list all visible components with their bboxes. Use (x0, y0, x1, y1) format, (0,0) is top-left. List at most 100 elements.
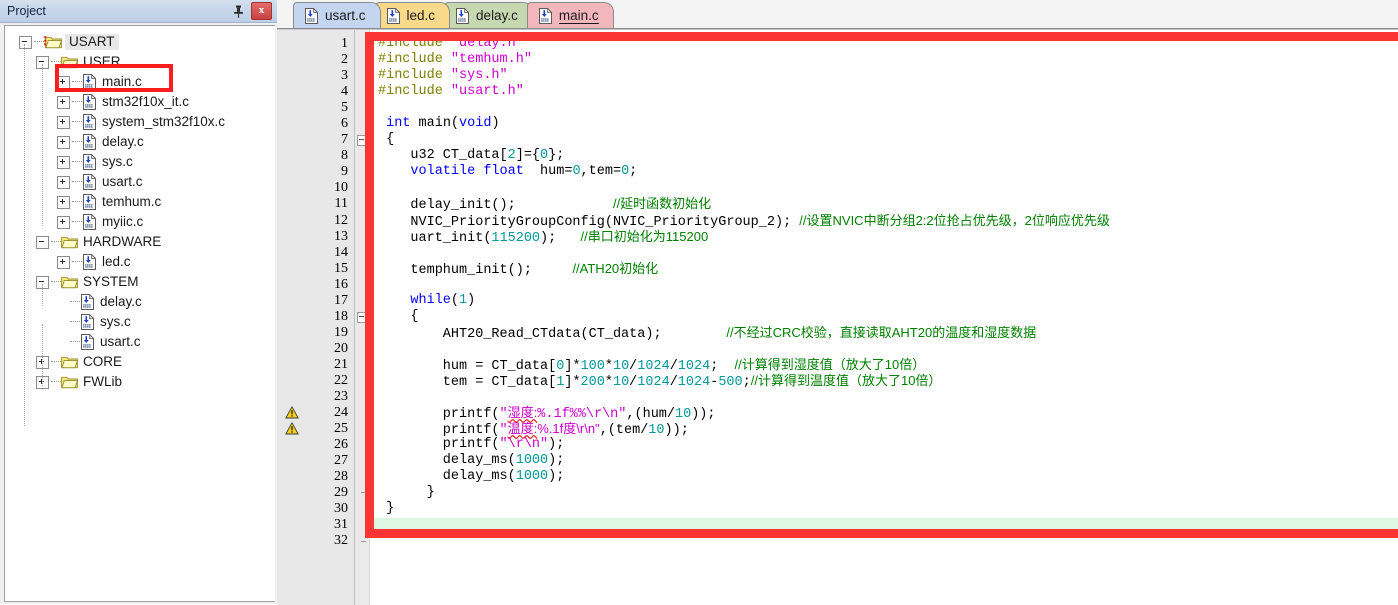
code-line: { (378, 132, 1110, 148)
editor-tab-main-c[interactable]: main.c (526, 2, 614, 28)
fold-toggle-icon[interactable] (357, 311, 368, 323)
tree-item-user[interactable]: USER (11, 52, 275, 72)
tab-label: delay.c (476, 8, 518, 23)
tree-item-led-c[interactable]: led.c (11, 252, 275, 272)
line-number: 5 (341, 100, 348, 116)
tree-item-label: delay.c (100, 294, 142, 309)
code-token: { (378, 308, 419, 324)
fold-toggle-icon[interactable] (357, 135, 368, 147)
tree-item-fwlib[interactable]: FWLib (11, 372, 275, 392)
tree-item-label: usart.c (100, 334, 141, 349)
code-folding-column[interactable] (355, 30, 370, 605)
tree-connector (51, 361, 61, 363)
project-panel-header: Project x (0, 0, 277, 23)
project-panel-title: Project (7, 4, 46, 18)
tree-item-label: led.c (102, 254, 131, 269)
line-number-gutter: 1 2 3 4 5 6 7 8 9 10 11 12 13 14 15 16 17 18 19 20 21 22 23 24 2… (277, 30, 355, 605)
code-token: / (669, 374, 678, 390)
tree-item-label: system_stm32f10x.c (102, 114, 226, 129)
tree-item-stm32f10x-it-c[interactable]: stm32f10x_it.c (11, 92, 275, 112)
code-token: ); (548, 437, 565, 453)
code-token: ); (548, 453, 565, 469)
code-token: printf( (378, 407, 500, 423)
line-number: 10 (334, 180, 348, 196)
code-token: ]={ (515, 148, 541, 164)
code-line: delay_ms(1000); (378, 469, 1110, 485)
project-tree-container[interactable]: USART USER main.c stm32f10x_it.c system_stm3… (4, 25, 275, 602)
expand-toggle-icon[interactable] (57, 95, 70, 109)
code-line: uart_init(115200); //串口初始化为115200 (378, 229, 1110, 246)
editor-tab-led-c[interactable]: led.c (374, 2, 451, 28)
code-token: 1024 (677, 374, 711, 390)
code-line: { (378, 309, 1110, 325)
tree-item-sys-c[interactable]: sys.c (11, 152, 275, 172)
expand-toggle-icon[interactable] (57, 115, 70, 129)
tree-connector (70, 301, 80, 303)
line-number: 31 (334, 517, 348, 533)
tree-connector (51, 281, 61, 283)
code-token: " (499, 407, 508, 423)
code-token: #include (378, 84, 451, 100)
code-token: ; (629, 164, 638, 180)
expand-toggle-icon[interactable] (57, 175, 70, 189)
tree-item-delay-c[interactable]: delay.c (11, 292, 275, 312)
line-number: 30 (334, 501, 348, 517)
code-area[interactable]: 1 2 3 4 5 6 7 8 9 10 11 12 13 14 15 16 17 18 19 20 21 22 23 24 2… (277, 29, 1398, 605)
tree-item-core[interactable]: CORE (11, 352, 275, 372)
tree-item-label: FWLib (83, 374, 123, 389)
expand-toggle-icon[interactable] (57, 135, 70, 149)
c-file-icon (538, 7, 553, 24)
editor-tab-usart-c[interactable]: usart.c (293, 2, 381, 28)
code-line: #include "usart.h" (378, 84, 1110, 100)
code-token: //延时函数初始化 (612, 196, 712, 212)
c-file-icon (82, 254, 97, 270)
code-line: #include "sys.h" (378, 68, 1110, 84)
line-number: 17 (334, 292, 348, 308)
tree-item-usart-c[interactable]: usart.c (11, 332, 275, 352)
tree-item-label: delay.c (102, 134, 144, 149)
c-file-icon (386, 7, 401, 24)
tree-connector (72, 101, 82, 103)
code-text-pane[interactable]: #include "delay.h" #include "temhum.h" #in… (370, 30, 1398, 605)
tree-item-hardware[interactable]: HARDWARE (11, 232, 275, 252)
line-number: 3 (341, 68, 348, 84)
code-token: "sys.h" (450, 68, 508, 84)
pin-icon[interactable] (228, 2, 248, 20)
tree-item-sys-c[interactable]: sys.c (11, 312, 275, 332)
tree-item-system-stm32f10x-c[interactable]: system_stm32f10x.c (11, 112, 275, 132)
expand-toggle-icon[interactable] (57, 155, 70, 169)
tree-item-myiic-c[interactable]: myiic.c (11, 212, 275, 232)
tree-item-usart[interactable]: USART (11, 32, 275, 52)
tree-connector (72, 201, 82, 203)
code-token: 500 (718, 374, 743, 390)
expand-toggle-icon[interactable] (57, 255, 70, 269)
code-line: tem = CT_data[1]*200*10/1024/1024-500;//… (378, 373, 1110, 390)
code-token: } (378, 501, 395, 517)
expand-toggle-icon[interactable] (57, 215, 70, 229)
expand-toggle-icon[interactable] (57, 75, 70, 89)
code-token: #include (378, 52, 451, 68)
editor-tab-delay-c[interactable]: delay.c (444, 2, 533, 28)
tree-item-temhum-c[interactable]: temhum.c (11, 192, 275, 212)
code-line: printf("温度:%.1f度\r\n",(tem/10)); (378, 421, 1110, 439)
fold-range-end (361, 492, 366, 494)
code-token: temphum_init(); (378, 262, 573, 278)
collapse-toggle-icon[interactable] (36, 235, 49, 249)
code-token: %.1f度\r\n" (537, 421, 600, 437)
code-token: %.1f%%\r\n" (537, 407, 627, 423)
close-icon[interactable]: x (251, 2, 272, 20)
tree-item-main-c[interactable]: main.c (11, 72, 275, 92)
tree-item-delay-c[interactable]: delay.c (11, 132, 275, 152)
code-token: )); (664, 423, 689, 439)
tree-item-system[interactable]: SYSTEM (11, 272, 275, 292)
tree-item-usart-c[interactable]: usart.c (11, 172, 275, 192)
c-file-icon (82, 74, 97, 90)
project-panel: Project x USART USER main.c stm32f10x_it.cs… (0, 0, 277, 604)
expand-toggle-icon[interactable] (57, 195, 70, 209)
code-token: printf( (378, 437, 500, 453)
